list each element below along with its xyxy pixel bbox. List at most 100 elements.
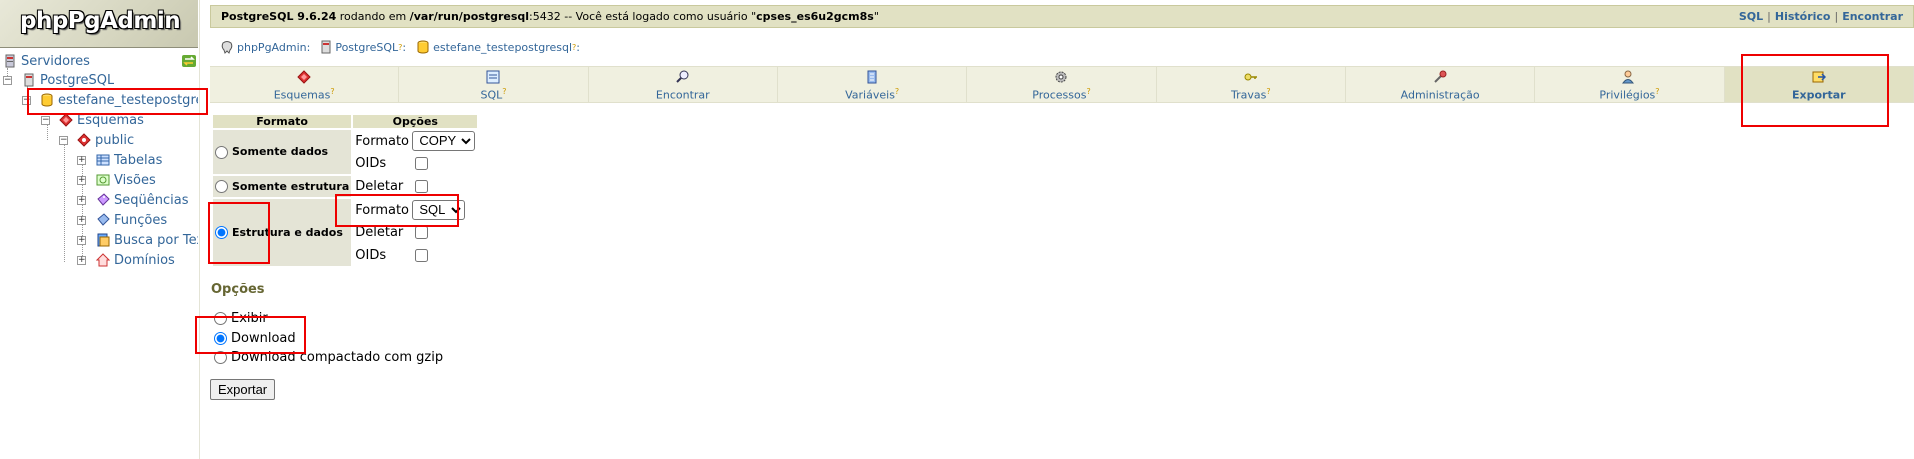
tree-label-servers: Servidores xyxy=(21,53,90,69)
tree-label-functions: Funções xyxy=(114,212,168,228)
views-icon xyxy=(96,174,110,186)
structure-and-data-format-select[interactable]: SQL xyxy=(412,199,466,220)
tree-label-domains: Domínios xyxy=(114,252,175,268)
history-link[interactable]: Histórico xyxy=(1775,10,1831,23)
expand-fulltext-icon[interactable]: + xyxy=(77,236,86,245)
quote-end: " xyxy=(873,10,879,23)
structure-and-data-radio-label[interactable]: Estrutura e dados xyxy=(215,226,343,240)
tree-label-sequences: Seqüências xyxy=(114,192,189,208)
structure-and-data-format-row: Formato SQL xyxy=(353,199,477,220)
structure-and-data-drop-checkbox[interactable] xyxy=(415,226,429,239)
phppgadmin-logo[interactable]: phpPgAdmin xyxy=(0,0,198,48)
functions-icon xyxy=(97,213,110,226)
fulltext-search-icon xyxy=(97,233,110,247)
tab-variables[interactable]: Variáveis? xyxy=(778,67,968,102)
tab-administration[interactable]: Administração xyxy=(1346,67,1536,102)
tree-item-views[interactable]: Visões xyxy=(96,171,156,189)
output-gzip-option[interactable]: Download compactado com gzip xyxy=(214,350,443,365)
collapse-schemas-icon[interactable]: − xyxy=(41,116,50,125)
data-only-format-select[interactable]: COPY xyxy=(412,130,476,151)
breadcrumb-phppgadmin[interactable]: phpPgAdmin: xyxy=(220,40,310,54)
tree-item-servers[interactable]: Servidores xyxy=(3,52,90,70)
structure-and-data-oids-checkbox[interactable] xyxy=(415,249,429,262)
tab-export[interactable]: Exportar xyxy=(1724,67,1914,102)
data-only-radio[interactable] xyxy=(215,145,228,159)
expand-sequences-icon[interactable]: + xyxy=(77,196,86,205)
refresh-icon[interactable] xyxy=(181,53,197,69)
domains-icon xyxy=(96,253,110,267)
collapse-server-icon[interactable]: − xyxy=(3,76,12,85)
find-link[interactable]: Encontrar xyxy=(1842,10,1903,23)
tab-locks[interactable]: Travas? xyxy=(1157,67,1346,102)
tree-item-fulltext-search[interactable]: Busca por Texto xyxy=(96,231,198,249)
tree-label-schema: public xyxy=(95,132,135,148)
browser-tree-panel: phpPgAdmin Servidores − PostgreSQL − est… xyxy=(0,0,200,459)
structure-and-data-oids-row: OIDs xyxy=(353,245,477,266)
data-only-oids-row: OIDs xyxy=(353,153,477,174)
key-icon xyxy=(1244,73,1257,81)
server-icon xyxy=(321,40,331,54)
port-login-text: :5432 -- Você está logado como usuário " xyxy=(529,10,757,23)
logo-text: phpPgAdmin xyxy=(20,8,181,34)
expand-functions-icon[interactable]: + xyxy=(77,216,86,225)
sql-icon xyxy=(486,70,500,84)
server-icon xyxy=(24,73,34,87)
data-only-radio-label[interactable]: Somente dados xyxy=(215,145,328,159)
tree-item-database[interactable]: estefane_testepostgresql xyxy=(40,91,198,109)
data-only-format-row: Formato COPY xyxy=(353,130,477,151)
schemas-icon xyxy=(297,70,311,84)
structure-and-data-radio[interactable] xyxy=(215,226,228,240)
tree-item-sequences[interactable]: Seqüências xyxy=(96,191,188,209)
tree-item-schema-public[interactable]: public xyxy=(77,131,134,149)
tab-processes[interactable]: Processos? xyxy=(967,67,1157,102)
output-download-option[interactable]: Download xyxy=(214,331,296,346)
data-only-oids-checkbox[interactable] xyxy=(415,157,429,170)
collapse-schema-icon[interactable]: − xyxy=(59,136,68,145)
tree-label-fulltext-search: Busca por Texto xyxy=(114,232,198,248)
collapse-database-icon[interactable]: − xyxy=(22,96,31,105)
tree-item-functions[interactable]: Funções xyxy=(96,211,167,229)
structure-only-drop-row: Deletar xyxy=(353,176,477,197)
expand-domains-icon[interactable]: + xyxy=(77,256,86,265)
options-heading: Opções xyxy=(211,282,265,297)
schemas-icon xyxy=(59,113,73,127)
header-format: Formato xyxy=(213,115,352,128)
output-download-radio[interactable] xyxy=(214,332,227,345)
elephant-icon xyxy=(221,41,233,54)
tree-item-schemas[interactable]: Esquemas xyxy=(59,111,144,129)
tree-label-tables: Tabelas xyxy=(114,152,163,168)
sql-link[interactable]: SQL xyxy=(1739,10,1763,23)
output-gzip-radio[interactable] xyxy=(214,351,227,364)
database-icon xyxy=(417,40,429,54)
admin-icon xyxy=(1434,70,1447,83)
server-version: PostgreSQL 9.6.24 xyxy=(221,10,337,23)
tab-find[interactable]: Encontrar xyxy=(589,67,778,102)
tree-item-server[interactable]: PostgreSQL xyxy=(22,71,114,89)
structure-and-data-cell: Estrutura e dados xyxy=(213,199,352,266)
tree-item-tables[interactable]: Tabelas xyxy=(96,151,162,169)
server-info-bar: PostgreSQL 9.6.24 rodando em /var/run/po… xyxy=(210,5,1914,28)
export-icon xyxy=(1812,71,1826,83)
top-links: SQL | Histórico | Encontrar xyxy=(1738,10,1903,23)
structure-only-drop-checkbox[interactable] xyxy=(415,180,429,193)
tree-label-schemas: Esquemas xyxy=(77,112,144,128)
output-show-option[interactable]: Exibir xyxy=(214,311,268,326)
user-icon xyxy=(1622,70,1635,84)
breadcrumb-server[interactable]: PostgreSQL?: xyxy=(320,40,406,54)
search-icon xyxy=(676,70,689,83)
expand-tables-icon[interactable]: + xyxy=(77,156,86,165)
sequences-icon xyxy=(97,193,110,206)
tab-schemas[interactable]: Esquemas? xyxy=(210,67,400,102)
structure-only-radio[interactable] xyxy=(215,180,228,194)
running-on-text: rodando em xyxy=(336,10,410,23)
tab-privileges[interactable]: Privilégios? xyxy=(1535,67,1725,102)
expand-views-icon[interactable]: + xyxy=(77,176,86,185)
tree-item-domains[interactable]: Domínios xyxy=(96,251,175,269)
output-show-radio[interactable] xyxy=(214,312,227,325)
tab-sql[interactable]: SQL? xyxy=(399,67,589,102)
breadcrumb: phpPgAdmin: PostgreSQL?: estefane_testep… xyxy=(220,38,590,56)
breadcrumb-database[interactable]: estefane_testepostgresql?: xyxy=(416,40,580,54)
gear-icon xyxy=(1055,71,1067,83)
structure-only-radio-label[interactable]: Somente estrutura xyxy=(215,180,349,194)
export-button[interactable]: Exportar xyxy=(210,379,276,400)
